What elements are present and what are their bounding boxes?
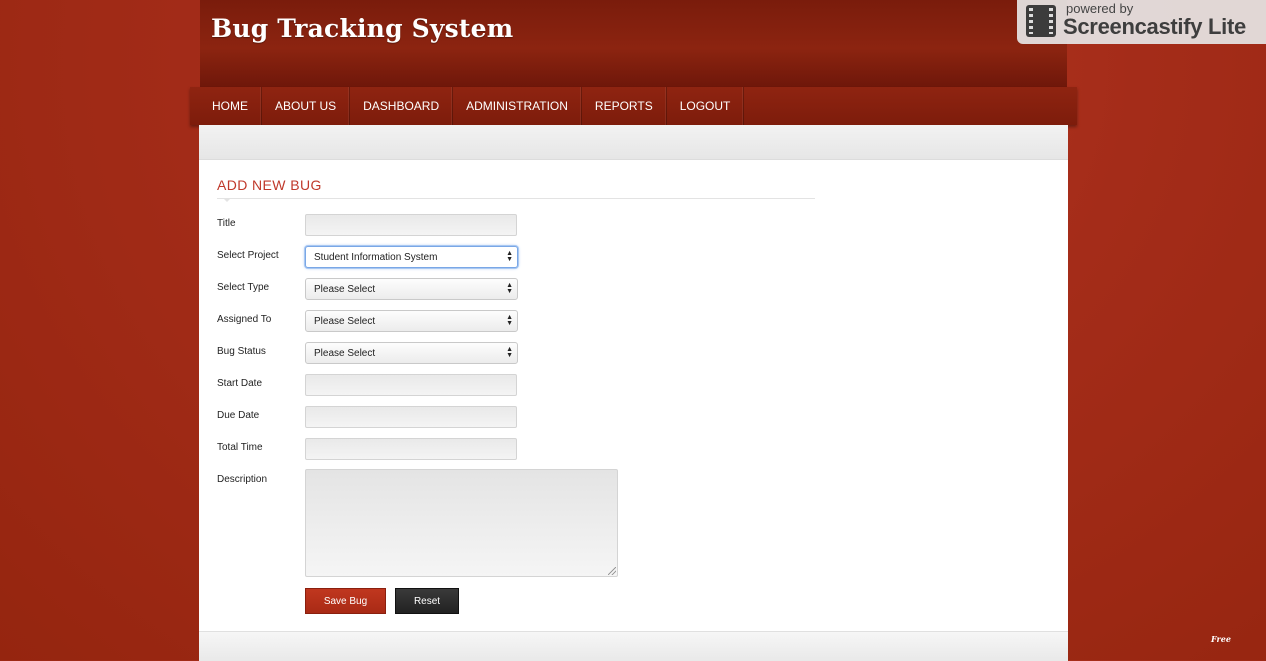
nav-item-dashboard[interactable]: DASHBOARD: [350, 87, 454, 125]
site-title: Bug Tracking System: [211, 14, 514, 43]
save-bug-button[interactable]: Save Bug: [305, 588, 386, 614]
description-textarea[interactable]: [305, 469, 618, 577]
assigned-to-label: Assigned To: [217, 314, 272, 325]
sub-header-bar: [199, 125, 1068, 160]
dropdown-arrows-icon: ▲ ▼: [506, 282, 513, 295]
watermark-brand: Screencastify Lite: [1063, 14, 1246, 39]
nav-item-about-us[interactable]: ABOUT US: [262, 87, 351, 125]
footer-bar: [199, 631, 1068, 661]
title-label: Title: [217, 218, 236, 229]
main-content: ADD NEW BUG Title Select Project Student…: [199, 125, 1068, 661]
title-divider: [217, 198, 815, 199]
description-label: Description: [217, 474, 268, 485]
bug-status-value: Please Select: [314, 347, 376, 359]
nav-item-reports[interactable]: REPORTS: [582, 87, 667, 125]
resize-handle-icon[interactable]: [608, 567, 616, 575]
assigned-to-dropdown[interactable]: Please Select ▲ ▼: [305, 310, 518, 332]
assigned-to-value: Please Select: [314, 315, 376, 327]
title-divider-notch: [223, 198, 231, 202]
site-header: Bug Tracking System: [200, 0, 1067, 88]
title-input[interactable]: [305, 214, 517, 236]
select-type-label: Select Type: [217, 282, 270, 293]
start-date-input[interactable]: [305, 374, 517, 396]
screencastify-watermark: powered by Screencastify Lite: [1017, 0, 1266, 44]
total-time-input[interactable]: [305, 438, 517, 460]
corner-watermark: Free: [1211, 634, 1231, 644]
nav-item-administration[interactable]: ADMINISTRATION: [453, 87, 582, 125]
select-project-dropdown[interactable]: Student Information System ▲ ▼: [305, 246, 518, 268]
select-type-value: Please Select: [314, 283, 376, 295]
bug-status-dropdown[interactable]: Please Select ▲ ▼: [305, 342, 518, 364]
total-time-label: Total Time: [217, 442, 263, 453]
dropdown-arrows-icon: ▲ ▼: [506, 250, 513, 263]
nav-item-home[interactable]: HOME: [190, 87, 262, 125]
reset-button[interactable]: Reset: [395, 588, 459, 614]
film-strip-icon: [1026, 5, 1056, 37]
dropdown-arrows-icon: ▲ ▼: [506, 346, 513, 359]
due-date-label: Due Date: [217, 410, 260, 421]
select-project-value: Student Information System: [314, 251, 438, 263]
start-date-label: Start Date: [217, 378, 263, 389]
due-date-input[interactable]: [305, 406, 517, 428]
nav-item-logout[interactable]: LOGOUT: [667, 87, 745, 125]
select-project-label: Select Project: [217, 250, 279, 261]
dropdown-arrows-icon: ▲ ▼: [506, 314, 513, 327]
select-type-dropdown[interactable]: Please Select ▲ ▼: [305, 278, 518, 300]
main-nav: HOME ABOUT US DASHBOARD ADMINISTRATION R…: [190, 87, 1077, 125]
bug-status-label: Bug Status: [217, 346, 266, 357]
section-title: ADD NEW BUG: [217, 177, 322, 193]
